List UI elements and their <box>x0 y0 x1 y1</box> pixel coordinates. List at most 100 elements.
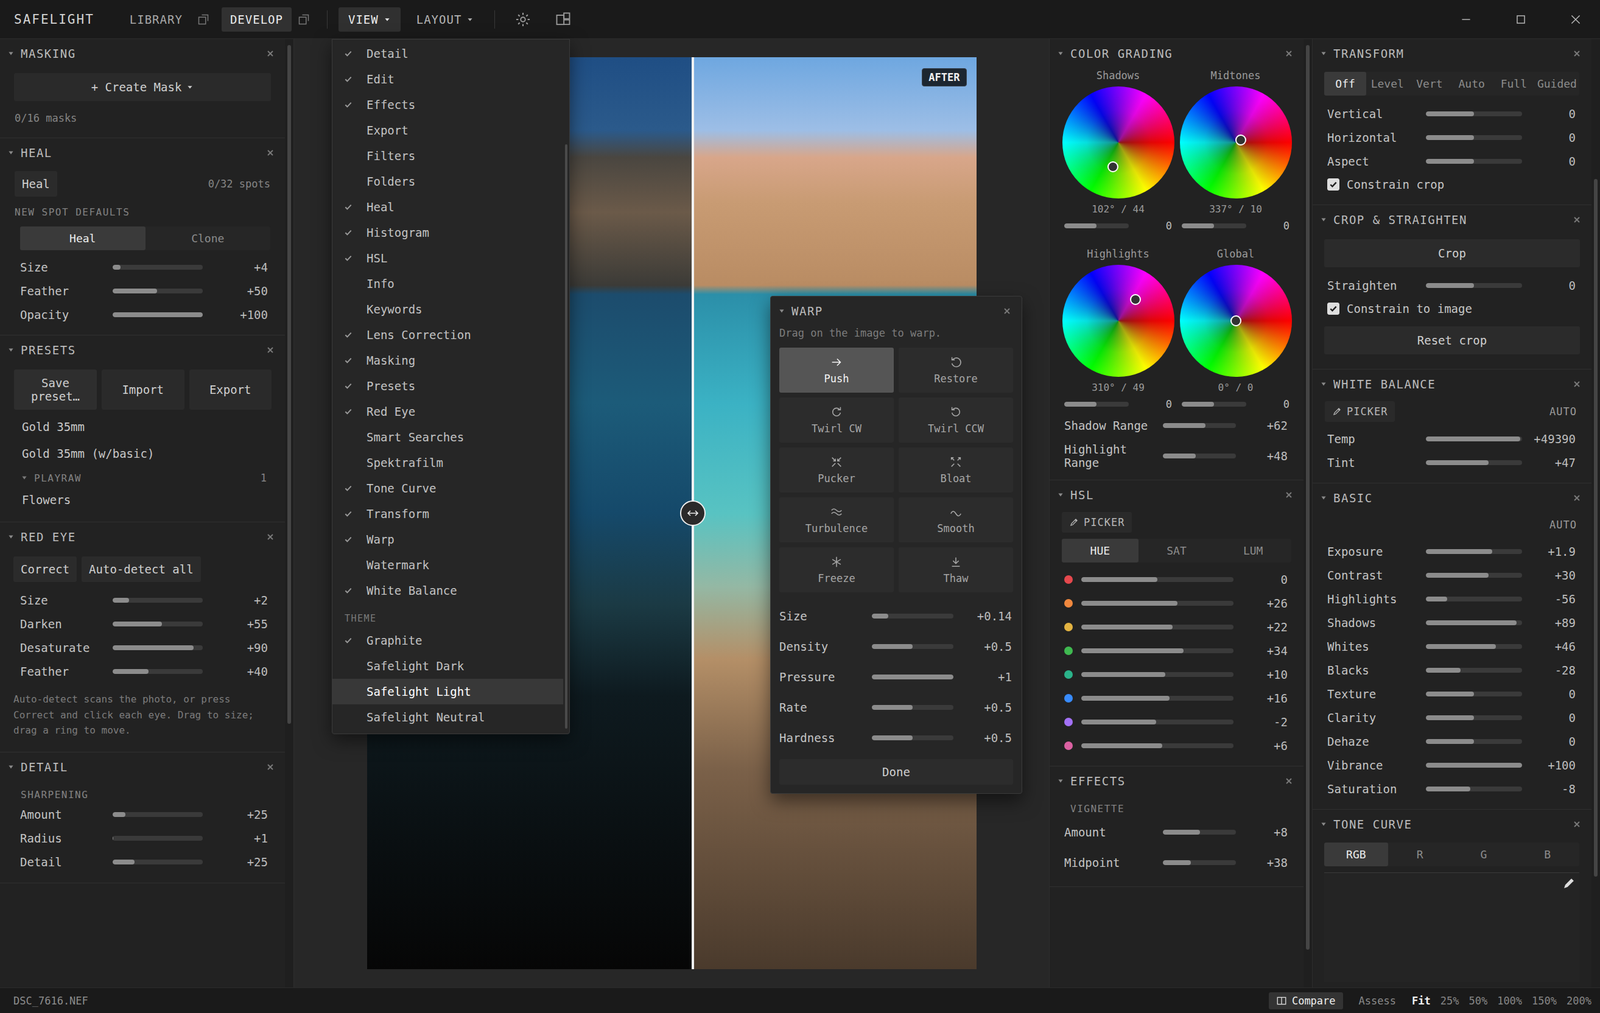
transform-mode[interactable]: Vert <box>1408 71 1451 96</box>
slider-track[interactable] <box>1162 423 1236 429</box>
slider-value[interactable]: +0.14 <box>960 609 1012 623</box>
window-control[interactable] <box>1441 0 1491 39</box>
slider-value[interactable]: +1 <box>960 670 1012 684</box>
close-icon[interactable] <box>1571 214 1582 225</box>
transform-mode[interactable]: Off <box>1324 71 1367 96</box>
slider-track[interactable] <box>871 735 954 741</box>
slider-track[interactable] <box>1181 223 1247 229</box>
zoom-option[interactable]: 25% <box>1440 994 1460 1008</box>
theme-item[interactable]: Safelight Dark <box>332 653 564 679</box>
menu-item[interactable]: Presets <box>332 373 564 399</box>
section-header[interactable]: CROP & STRAIGHTEN <box>1312 205 1592 234</box>
slider-track[interactable] <box>1425 786 1523 792</box>
wheel-handle[interactable] <box>1129 294 1141 306</box>
slider-value[interactable]: +34 <box>1242 644 1288 658</box>
menu-button[interactable]: LAYOUT <box>406 7 485 32</box>
slider-value[interactable]: 0 <box>1529 687 1576 701</box>
preset-item[interactable]: Flowers <box>0 486 285 514</box>
scrollbar[interactable] <box>284 38 294 988</box>
warp-tool[interactable]: Pucker <box>779 447 894 493</box>
warp-tool[interactable]: Turbulence <box>779 497 894 543</box>
popout-icon[interactable] <box>297 13 310 26</box>
slider-track[interactable] <box>1181 401 1247 407</box>
slider-track[interactable] <box>1081 577 1234 583</box>
slider-track[interactable] <box>112 312 203 318</box>
slider-value[interactable]: +8 <box>1243 825 1288 839</box>
slider-value[interactable]: 0 <box>1529 130 1576 145</box>
warp-tool[interactable]: Smooth <box>898 497 1014 543</box>
crop-button[interactable]: Crop <box>1324 239 1580 268</box>
slider-value[interactable]: -2 <box>1242 715 1288 729</box>
slider-track[interactable] <box>1425 644 1523 650</box>
menu-item[interactable]: Watermark <box>332 552 564 578</box>
slider-value[interactable]: +4 <box>210 260 268 274</box>
slider-track[interactable] <box>1081 719 1234 725</box>
warp-tool[interactable]: Restore <box>898 347 1014 393</box>
theme-item[interactable]: Safelight Neutral <box>332 704 564 730</box>
menu-item[interactable]: Edit <box>332 66 564 92</box>
slider-track[interactable] <box>112 288 203 294</box>
slider-value[interactable]: +1 <box>210 831 268 846</box>
slider-track[interactable] <box>112 812 203 818</box>
slider-track[interactable] <box>1425 111 1523 117</box>
slider-value[interactable]: +0.5 <box>960 731 1012 745</box>
wheel-handle[interactable] <box>1230 315 1242 327</box>
slider-track[interactable] <box>1425 620 1523 626</box>
scrollbar[interactable] <box>563 40 570 730</box>
slider-track[interactable] <box>1081 743 1234 749</box>
section-header[interactable]: BASIC <box>1312 483 1592 512</box>
slider-track[interactable] <box>1425 572 1523 578</box>
close-icon[interactable] <box>1284 776 1294 786</box>
mode-option[interactable]: Clone <box>145 226 271 251</box>
section-header[interactable]: HEAL <box>0 138 285 167</box>
collapse-icon[interactable] <box>7 346 15 354</box>
menu-item[interactable]: Smart Searches <box>332 424 564 450</box>
section-header[interactable]: COLOR GRADING <box>1049 38 1304 67</box>
close-icon[interactable] <box>265 147 276 158</box>
compare-button[interactable]: Compare <box>1268 992 1344 1010</box>
slider-value[interactable]: +50 <box>210 284 268 298</box>
warp-tool[interactable]: Twirl CCW <box>898 397 1014 443</box>
warp-tool[interactable]: Thaw <box>898 547 1014 593</box>
close-icon[interactable] <box>1284 48 1294 59</box>
scrollbar-thumb[interactable] <box>1593 178 1598 877</box>
menu-item[interactable]: Spektrafilm <box>332 449 564 476</box>
section-header[interactable]: TONE CURVE <box>1312 809 1592 838</box>
layout-icon[interactable] <box>554 10 572 29</box>
slider-value[interactable]: +40 <box>210 664 268 679</box>
wheel-handle[interactable] <box>1107 161 1119 173</box>
slider-value[interactable]: 0 <box>1246 398 1290 411</box>
color-wheel[interactable] <box>1179 264 1292 377</box>
menu-item[interactable]: White Balance <box>332 577 564 604</box>
scrollbar-thumb[interactable] <box>1305 45 1310 950</box>
module-tab[interactable]: DEVELOP <box>221 7 292 32</box>
section-header[interactable]: MASKING <box>0 38 285 67</box>
preset-action-button[interactable]: Save preset… <box>14 369 97 410</box>
close-icon[interactable] <box>265 48 276 59</box>
transform-mode[interactable]: Guided <box>1534 71 1580 96</box>
collapse-icon[interactable] <box>1319 494 1328 502</box>
slider-value[interactable]: 0 <box>1529 711 1576 725</box>
collapse-icon[interactable] <box>7 49 15 58</box>
section-header[interactable]: TRANSFORM <box>1312 38 1592 67</box>
zoom-option[interactable]: 100% <box>1497 994 1523 1008</box>
hsl-tab[interactable]: SAT <box>1138 538 1216 563</box>
slider-value[interactable]: -56 <box>1529 592 1576 606</box>
slider-track[interactable] <box>871 644 954 650</box>
section-header[interactable]: DETAIL <box>0 752 285 781</box>
slider-track[interactable] <box>112 835 203 841</box>
picker-button[interactable]: PICKER <box>1324 401 1395 422</box>
slider-value[interactable]: 0 <box>1246 219 1290 232</box>
menu-item[interactable]: Folders <box>332 168 564 195</box>
collapse-icon[interactable] <box>1319 216 1328 224</box>
slider-track[interactable] <box>871 705 954 710</box>
slider-track[interactable] <box>1081 624 1234 630</box>
slider-track[interactable] <box>1425 739 1523 744</box>
hsl-tab[interactable]: LUM <box>1214 538 1292 563</box>
collapse-icon[interactable] <box>1319 49 1328 58</box>
constrain-image-row[interactable]: Constrain to image <box>1312 297 1592 321</box>
constrain-crop-row[interactable]: Constrain crop <box>1312 172 1592 197</box>
red-eye-button[interactable]: Auto-detect all <box>81 556 201 583</box>
divider-handle[interactable] <box>680 500 706 527</box>
menu-item[interactable]: Histogram <box>332 219 564 246</box>
